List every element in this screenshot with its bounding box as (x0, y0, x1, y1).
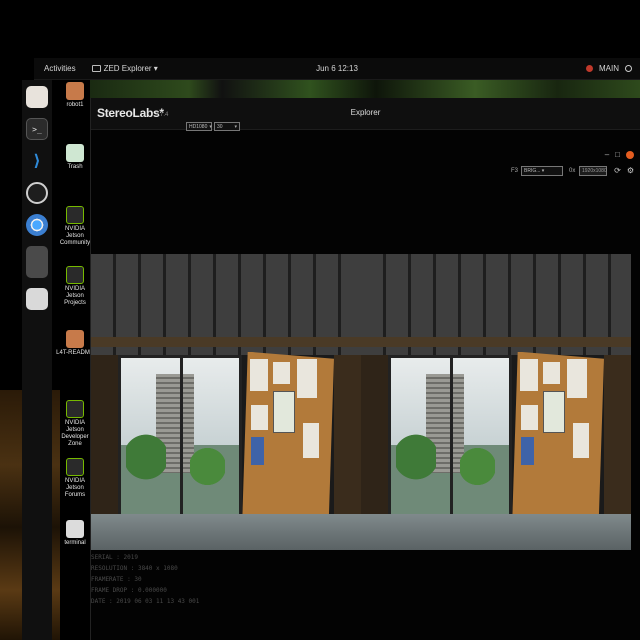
camera-setting-select[interactable]: BRIG... ▾ (521, 166, 563, 176)
setting-value-field[interactable]: 1920x1080 (579, 166, 607, 176)
info-line: FRAMERATE : 30 (91, 576, 142, 583)
minimize-button[interactable]: – (605, 150, 609, 159)
desktop-icon-trash[interactable]: Trash (56, 144, 94, 171)
chevron-down-icon: ▾ (234, 123, 237, 130)
desktop-icon-robot1[interactable]: robot1 (56, 82, 94, 109)
zed-app-icon (91, 65, 101, 72)
dock: >_ ⟩ (22, 80, 52, 640)
activities-button[interactable]: Activities (44, 64, 76, 73)
window-title: Explorer (350, 108, 381, 117)
system-tray[interactable]: MAIN (586, 64, 632, 73)
window-controls: – □ (605, 150, 634, 159)
camera-setting-value: BRIG... ▾ (524, 168, 545, 174)
fps-value: 30 (217, 123, 223, 130)
resolution-select[interactable]: HD1080 ▾ (186, 122, 212, 131)
stereo-video-view[interactable] (91, 254, 631, 550)
camera-info-overlay: SERIAL : 2019 RESOLUTION : 3840 x 1080 F… (91, 552, 391, 607)
maximize-button[interactable]: □ (615, 150, 620, 159)
nvidia-icon (66, 266, 84, 284)
gnome-top-bar: Activities ZED Explorer ▾ Jun 6 12:13 MA… (34, 58, 640, 80)
version-label: 3.7.4 (155, 112, 169, 118)
folder-icon (66, 330, 84, 348)
chrome-icon[interactable] (26, 214, 48, 236)
zed-explorer-window: StereoLabs* 3.7.4 Explorer HD1080 ▾ 30 ▾… (90, 98, 640, 640)
setting-field-text: 1920x1080 (582, 168, 607, 174)
tray-label[interactable]: MAIN (599, 64, 619, 73)
info-line: FRAME DROP : 0.000000 (91, 587, 167, 594)
doc-icon (66, 520, 84, 538)
folder-icon (66, 82, 84, 100)
desktop-icon-jetson-community[interactable]: NVIDIA Jetson Community (56, 206, 94, 247)
desktop-icon-jetson-projects[interactable]: NVIDIA Jetson Projects (56, 266, 94, 307)
setting-label: F3 (511, 168, 519, 174)
app-grid-icon[interactable] (26, 246, 48, 278)
nvidia-icon (66, 400, 84, 418)
resolution-value: HD1080 (189, 123, 208, 130)
app-menu[interactable]: ZED Explorer ▾ (91, 64, 158, 73)
obs-icon[interactable] (26, 182, 48, 204)
desktop-icon-label: Trash (67, 164, 83, 170)
desktop-screen: Activities ZED Explorer ▾ Jun 6 12:13 MA… (0, 0, 640, 640)
desktop-icon-l4t-readme[interactable]: L4T-README (56, 330, 94, 357)
fps-select[interactable]: 30 ▾ (214, 122, 240, 131)
nvidia-icon (66, 458, 84, 476)
close-button[interactable] (626, 150, 634, 159)
desktop-icon-label: NVIDIA Jetson Developer Zone (61, 420, 89, 447)
terminal-icon[interactable]: >_ (26, 118, 48, 140)
nvidia-icon (66, 206, 84, 224)
value-label: 0x (569, 168, 576, 174)
power-icon[interactable] (625, 65, 632, 72)
clock[interactable]: Jun 6 12:13 (316, 64, 358, 73)
camera-settings-bar: F3 BRIG... ▾ 0x 1920x1080 ⟳ ⚙ (91, 164, 640, 182)
desktop-icon-label: NVIDIA Jetson Forums (64, 478, 86, 498)
files-icon[interactable] (26, 86, 48, 108)
desktop-icon-label: robot1 (66, 102, 84, 108)
info-line: RESOLUTION : 3840 x 1080 (91, 565, 178, 572)
wallpaper-strip (90, 80, 640, 98)
chevron-down-icon: ▾ (209, 123, 212, 130)
desktop-icon-terminal[interactable]: terminal (56, 520, 94, 547)
info-line: DATE : 2019 06 03 11 13 43 001 (91, 598, 200, 605)
info-line: SERIAL : 2019 (91, 554, 138, 561)
refresh-icon[interactable]: ⟳ (613, 166, 622, 175)
desktop-icon-label: NVIDIA Jetson Community (59, 226, 91, 246)
right-camera-image (361, 254, 631, 550)
record-icon[interactable] (586, 65, 593, 72)
desktop-icons: robot1 Trash NVIDIA Jetson Community NVI… (56, 80, 94, 640)
window-titlebar[interactable]: StereoLabs* 3.7.4 Explorer (91, 98, 640, 130)
gear-icon[interactable]: ⚙ (626, 166, 635, 175)
desktop-icon-jetson-developer[interactable]: NVIDIA Jetson Developer Zone (56, 400, 94, 448)
desktop-icon-label: terminal (64, 540, 86, 546)
desktop-icon-jetson-forums[interactable]: NVIDIA Jetson Forums (56, 458, 94, 499)
stereolabs-logo: StereoLabs* (97, 106, 164, 120)
notes-icon[interactable] (26, 288, 48, 310)
left-camera-image (91, 254, 361, 550)
desktop-icon-label: L4T-README (56, 350, 94, 356)
desktop-icon-label: NVIDIA Jetson Projects (64, 286, 86, 306)
trash-icon (66, 144, 84, 162)
vscode-icon[interactable]: ⟩ (26, 150, 48, 172)
app-menu-label: ZED Explorer ▾ (103, 64, 158, 73)
